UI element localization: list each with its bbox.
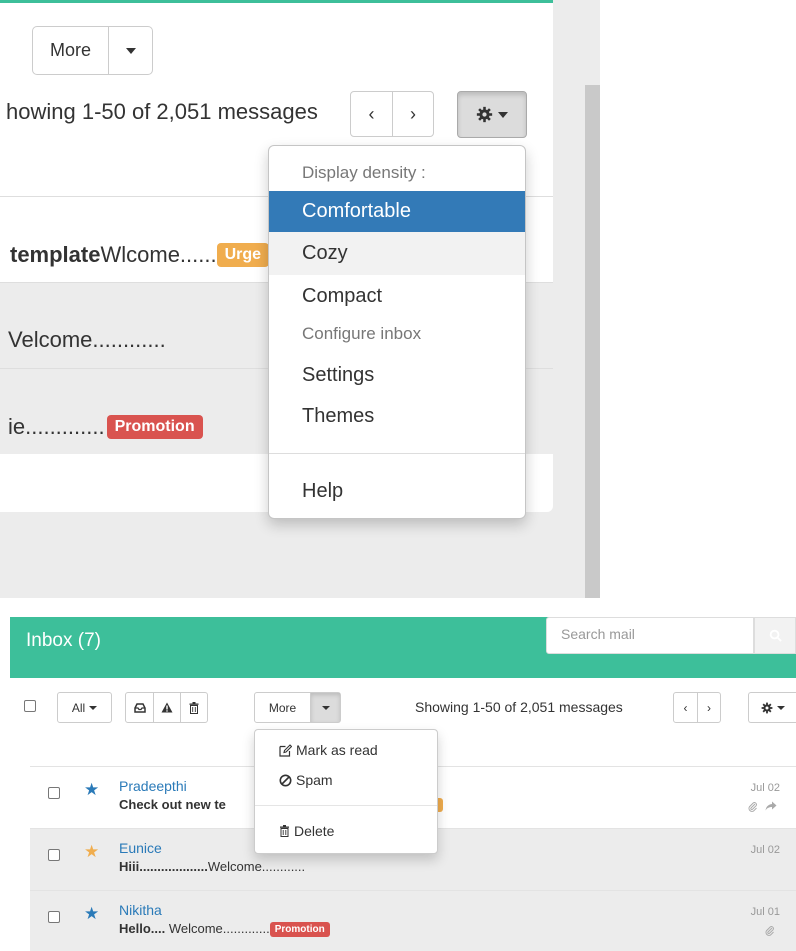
message-subject-bold: Hiii...................: [119, 859, 208, 874]
menu-item-label: Mark as read: [296, 742, 378, 758]
menu-item-compact[interactable]: Compact: [269, 276, 525, 317]
more-dropdown-toggle[interactable]: [109, 27, 152, 74]
menu-item-mark-as-read[interactable]: Mark as read: [279, 742, 378, 758]
trash-icon: [280, 825, 289, 837]
delete-button[interactable]: [180, 693, 207, 722]
ban-icon: [279, 774, 292, 786]
select-all-dropdown[interactable]: All: [57, 692, 112, 723]
more-button[interactable]: More: [33, 27, 109, 74]
message-subject-bold: Hello....: [119, 921, 166, 936]
warning-icon: [161, 702, 173, 713]
message-snippet: Welcome.............: [165, 921, 270, 936]
settings-button[interactable]: [748, 692, 796, 723]
menu-item-spam[interactable]: Spam: [279, 772, 333, 788]
sender-name: Nikitha: [119, 902, 162, 918]
menu-item-help[interactable]: Help: [269, 471, 525, 511]
star-icon[interactable]: ★: [84, 905, 99, 922]
paperclip-icon: [748, 802, 758, 815]
menu-item-cozy[interactable]: Cozy: [269, 232, 525, 275]
message-subject: Check out new te: [119, 797, 226, 812]
report-spam-button[interactable]: [153, 693, 180, 722]
message-row[interactable]: ★ Nikitha Hello.... Welcome.............…: [30, 890, 796, 951]
pager: ‹ ›: [673, 692, 721, 723]
message-date: Jul 02: [750, 844, 780, 856]
caret-down-icon: [89, 705, 98, 710]
star-icon[interactable]: ★: [84, 781, 99, 798]
promotion-label: Promotion: [269, 922, 330, 937]
prev-page-button[interactable]: ‹: [351, 92, 392, 136]
message-checkbox[interactable]: [48, 849, 60, 861]
message-subject-bold: Check out new te: [119, 797, 226, 812]
more-button-group: More: [254, 692, 341, 723]
settings-button[interactable]: [457, 91, 527, 138]
search-icon: [769, 629, 782, 642]
message-text: templateWlcome...... Urge: [10, 242, 270, 268]
search-input[interactable]: Search mail: [546, 617, 754, 654]
promotion-label: Promotion: [106, 415, 203, 439]
more-button-group[interactable]: More: [32, 26, 153, 75]
forward-icon: [765, 801, 777, 814]
prev-page-button[interactable]: ‹: [674, 693, 697, 722]
message-date: Jul 02: [750, 782, 780, 794]
more-button[interactable]: More: [255, 693, 310, 722]
sender-name: Eunice: [119, 840, 162, 856]
showing-count: howing 1-50 of 2,051 messages: [6, 99, 318, 124]
message-subject: Hello.... Welcome............. Promotion: [119, 921, 330, 937]
menu-item-comfortable[interactable]: Comfortable: [269, 191, 525, 232]
menu-item-label: Delete: [294, 823, 335, 839]
menu-item-label: Spam: [296, 772, 333, 788]
card-accent-bar: [0, 0, 553, 3]
inbox-title: Inbox (7): [26, 630, 101, 651]
scrollbar[interactable]: [585, 85, 600, 598]
menu-divider: [255, 805, 437, 806]
caret-down-icon: [498, 111, 508, 118]
message-text: ie............. Promotion: [8, 414, 203, 440]
zoomed-inbox-panel: More howing 1-50 of 2,051 messages ‹ › t…: [0, 0, 600, 598]
urgent-label-fragment: [438, 798, 443, 812]
settings-dropdown-menu: Display density : Comfortable Cozy Compa…: [268, 145, 526, 519]
menu-header-display-density: Display density :: [302, 163, 426, 182]
menu-item-themes[interactable]: Themes: [269, 396, 525, 436]
message-snippet: Velcome............: [8, 327, 166, 352]
message-checkbox[interactable]: [48, 787, 60, 799]
next-page-button[interactable]: ›: [392, 92, 433, 136]
menu-item-delete[interactable]: Delete: [279, 823, 334, 839]
next-page-button[interactable]: ›: [697, 693, 720, 722]
menu-item-settings[interactable]: Settings: [269, 355, 525, 395]
message-subject: Hiii...................Welcome..........…: [119, 859, 305, 874]
caret-down-icon: [321, 705, 330, 710]
showing-count: Showing 1-50 of 2,051 messages: [415, 699, 623, 715]
edit-icon: [279, 743, 292, 757]
star-icon[interactable]: ★: [84, 843, 99, 860]
message-checkbox[interactable]: [48, 911, 60, 923]
gear-icon: [761, 702, 772, 713]
pager: ‹ ›: [350, 91, 434, 137]
inbox-header: Inbox (7) Search mail: [10, 617, 796, 678]
more-dropdown-toggle[interactable]: [310, 693, 340, 722]
caret-down-icon: [776, 705, 785, 710]
message-snippet: Welcome............: [207, 859, 306, 874]
menu-divider: [269, 453, 525, 454]
message-snippet: ie.............: [8, 414, 105, 439]
select-all-checkbox[interactable]: [24, 700, 36, 712]
gear-icon: [476, 106, 493, 123]
caret-down-icon: [125, 47, 136, 54]
message-date: Jul 01: [750, 906, 780, 918]
message-subject-bold: template: [10, 242, 101, 267]
archive-button[interactable]: [126, 693, 153, 722]
urgent-label: Urge: [216, 243, 270, 267]
menu-header-configure-inbox: Configure inbox: [302, 324, 422, 343]
trash-icon: [189, 701, 199, 714]
action-button-group: [125, 692, 208, 723]
paperclip-icon: [765, 926, 775, 939]
message-snippet: Wlcome......: [100, 242, 217, 267]
inbox-panel: Inbox (7) Search mail All More Showing 1…: [0, 617, 796, 951]
search-button[interactable]: [754, 617, 796, 654]
inbox-icon: [133, 702, 146, 713]
more-dropdown-menu: Mark as read Spam Delete: [254, 729, 438, 854]
all-label: All: [71, 700, 86, 715]
sender-name: Pradeepthi: [119, 778, 187, 794]
